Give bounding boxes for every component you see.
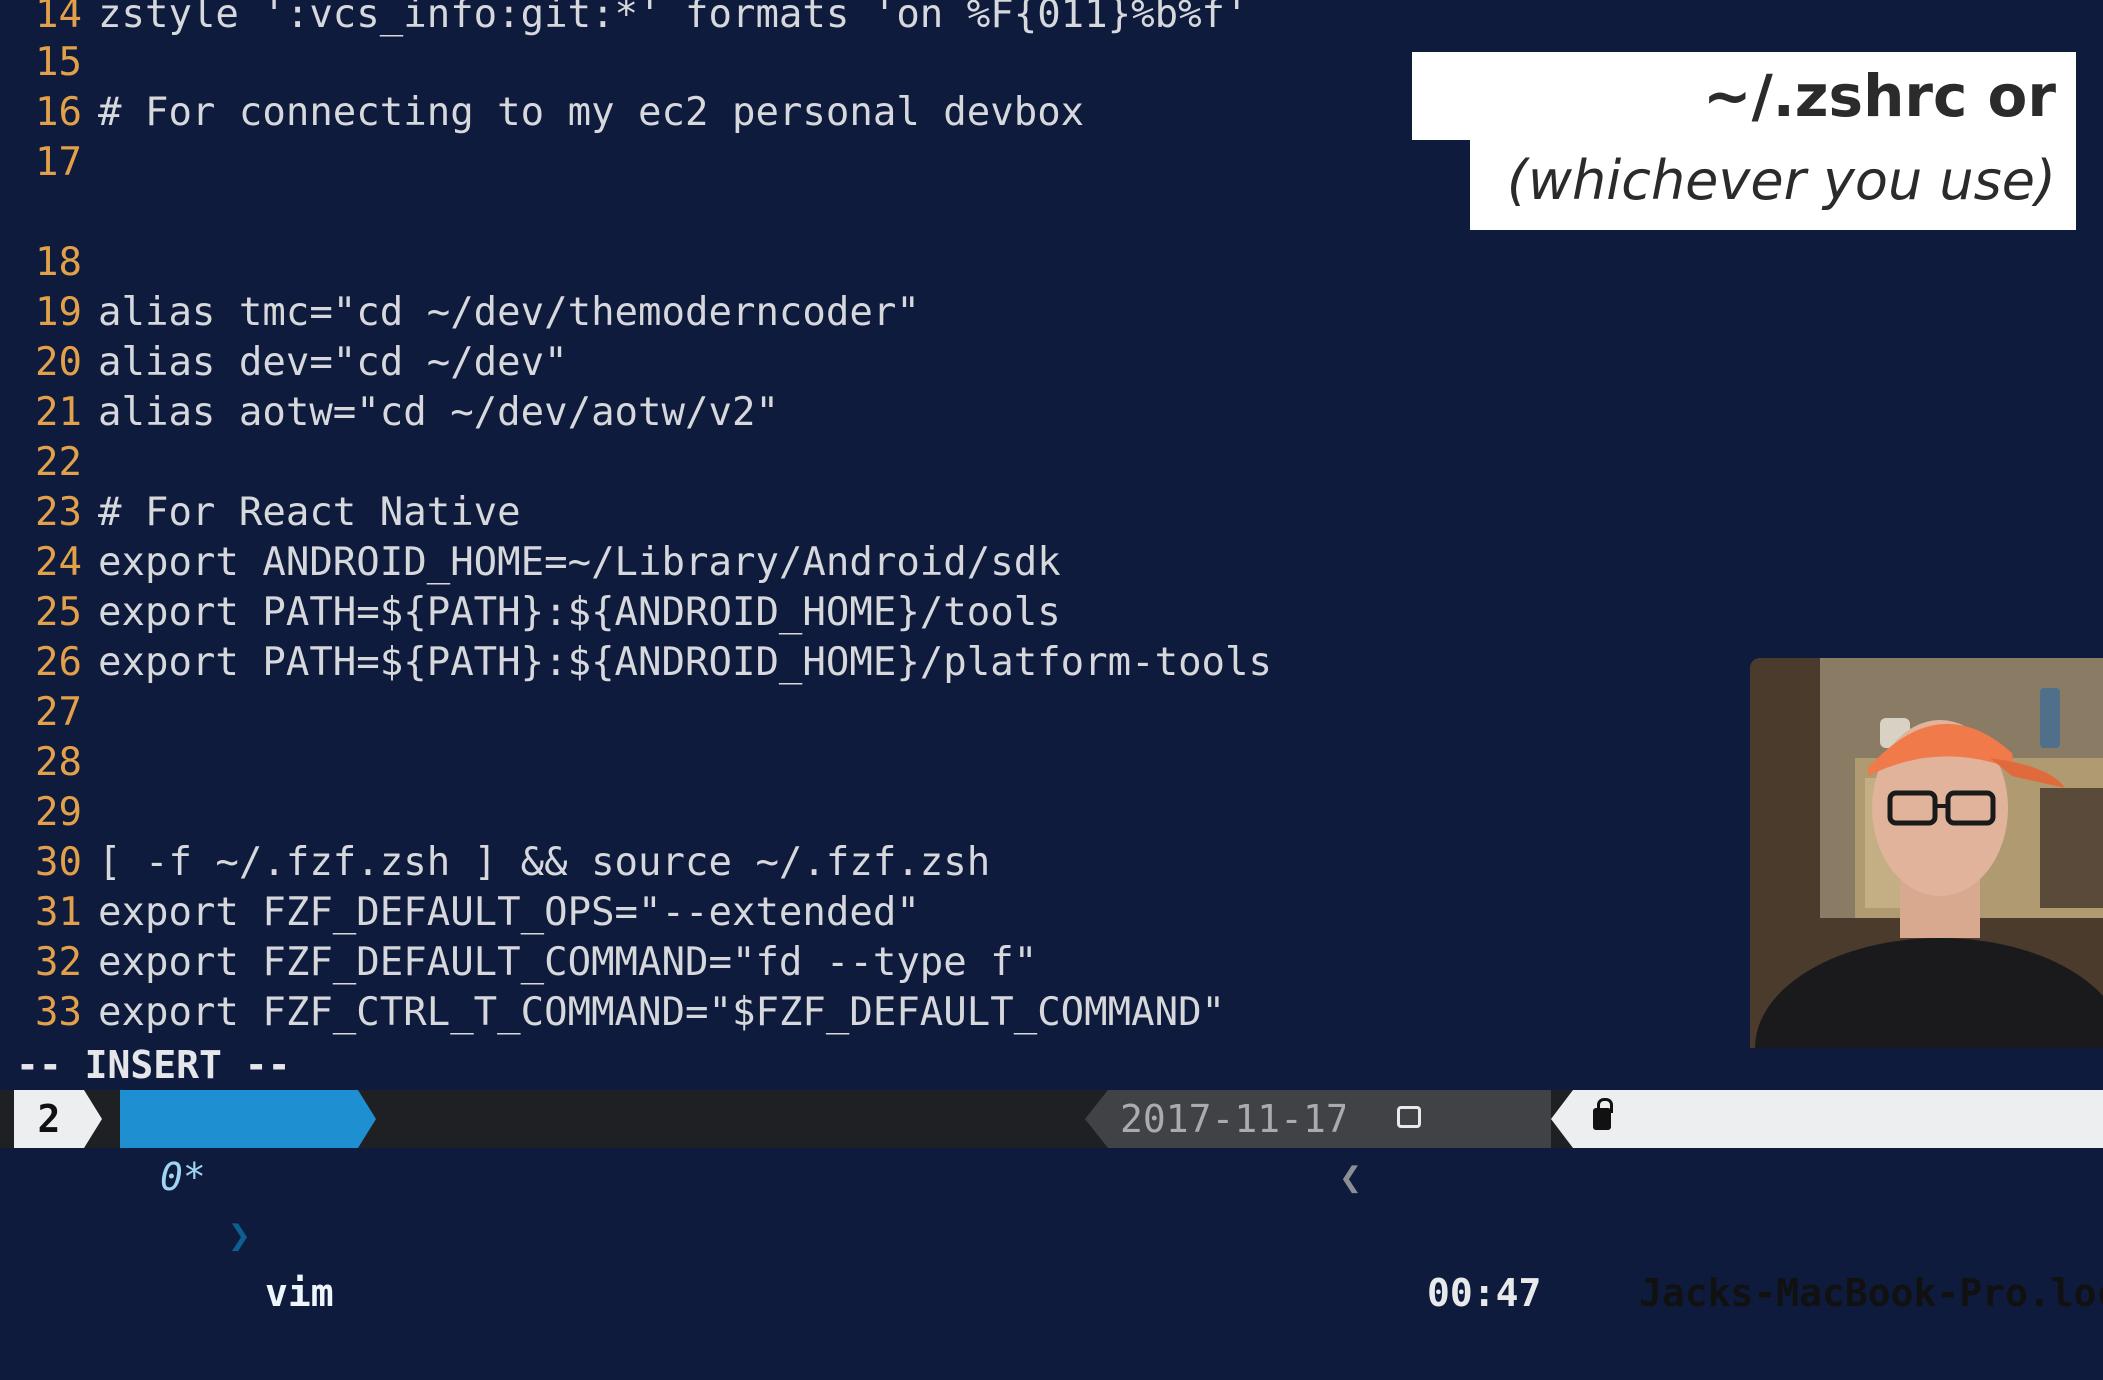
code-line[interactable]: 26 export PATH=${PATH}:${ANDROID_HOME}/pl… [0,638,1272,688]
line-text: alias dev="cd ~/dev" [98,340,568,385]
line-number: 16 [35,90,82,135]
clock-icon [1397,1106,1421,1128]
line-number: 28 [35,740,82,785]
line-text: export PATH=${PATH}:${ANDROID_HOME}/tool… [98,590,1061,635]
line-number: 27 [35,690,82,735]
code-line[interactable]: 24 export ANDROID_HOME=~/Library/Android/… [0,538,1061,588]
status-hostname: Jacks-MacBook-Pro.local [1573,1090,2103,1315]
tab-name: vim [265,1271,334,1315]
hostname-text: Jacks-MacBook-Pro.local [1639,1271,2103,1315]
separator-arrow [358,1090,376,1148]
code-line[interactable]: 17 [0,138,98,188]
code-line[interactable]: 21 alias aotw="cd ~/dev/aotw/v2" [0,388,779,438]
status-date: 2017-11-17 [1108,1090,1349,1148]
line-number: 24 [35,540,82,585]
overlay-title: ~/.zshrc or ~/.bashrc [1412,52,2076,218]
line-number: 18 [35,240,82,285]
session-number[interactable]: 2 [14,1090,84,1148]
line-text: [ -f ~/.fzf.zsh ] && source ~/.fzf.zsh [98,840,991,885]
line-number: 20 [35,340,82,385]
code-line[interactable]: 31 export FZF_DEFAULT_OPS="--extended" [0,888,920,938]
line-number: 15 [35,40,82,85]
time-text: 00:47 [1427,1271,1542,1315]
separator-arrow [1551,1090,1573,1148]
code-line[interactable]: 22 [0,438,98,488]
line-number: 26 [35,640,82,685]
line-text: # For connecting to my ec2 personal devb… [98,90,1085,135]
line-text: export PATH=${PATH}:${ANDROID_HOME}/plat… [98,640,1272,685]
chevron-right-icon: ❯ [228,1213,251,1257]
code-line[interactable]: 28 [0,738,98,788]
line-number: 14 [35,0,82,37]
line-number: 25 [35,590,82,635]
presenter-image [1750,658,2103,1048]
chevron-left-icon: ❮ [1339,1155,1362,1199]
line-text: alias aotw="cd ~/dev/aotw/v2" [98,390,779,435]
code-line[interactable]: 15 [0,38,98,88]
overlay-subtitle: (whichever you use) [1470,140,2076,230]
code-line[interactable]: 19 alias tmc="cd ~/dev/themoderncoder" [0,288,920,338]
line-number: 32 [35,940,82,985]
line-text: export FZF_DEFAULT_OPS="--extended" [98,890,920,935]
line-number: 33 [35,990,82,1035]
line-number: 17 [35,140,82,185]
line-number: 31 [35,890,82,935]
code-line[interactable]: 16 # For connecting to my ec2 personal de… [0,88,1084,138]
webcam-video [1750,658,2103,1048]
tmux-window-tab-active[interactable]: 0* ❯ vim [120,1090,358,1315]
line-number: 29 [35,790,82,835]
code-line[interactable]: 23 # For React Native [0,488,521,538]
code-line[interactable]: 14 zstyle ':vcs_info:git:*' formats 'on %… [0,0,1249,40]
line-number: 22 [35,440,82,485]
line-number: 30 [35,840,82,885]
code-line[interactable]: 29 [0,788,98,838]
code-line[interactable]: 33 export FZF_CTRL_T_COMMAND="$FZF_DEFAUL… [0,988,1225,1038]
code-line[interactable]: 25 export PATH=${PATH}:${ANDROID_HOME}/to… [0,588,1061,638]
line-text: zstyle ':vcs_info:git:*' formats 'on %F{… [98,0,1249,37]
code-line[interactable]: 32 export FZF_DEFAULT_COMMAND="fd --type … [0,938,1037,988]
code-line[interactable]: 20 alias dev="cd ~/dev" [0,338,568,388]
status-time: ❮ 00:47 [1339,1090,1551,1315]
code-line[interactable]: 30 [ -f ~/.fzf.zsh ] && source ~/.fzf.zsh [0,838,990,888]
line-text: # For React Native [98,490,521,535]
line-text: export ANDROID_HOME=~/Library/Android/sd… [98,540,1061,585]
tmux-status-bar: 2 0* ❯ vim 2017-11-17 ❮ 00:47 Jacks-MacB… [0,1090,2103,1315]
code-line[interactable]: 27 [0,688,98,738]
code-line[interactable]: 18 [0,238,98,288]
line-text: alias tmc="cd ~/dev/themoderncoder" [98,290,920,335]
line-number: 21 [35,390,82,435]
line-number: 19 [35,290,82,335]
separator-arrow [84,1090,102,1148]
tab-index: 0* [160,1155,206,1199]
line-text: export FZF_DEFAULT_COMMAND="fd --type f" [98,940,1038,985]
vim-mode-indicator: -- INSERT -- [16,1043,291,1087]
separator-arrow [1085,1090,1108,1148]
line-number: 23 [35,490,82,535]
line-text: export FZF_CTRL_T_COMMAND="$FZF_DEFAULT_… [98,990,1226,1035]
lock-icon [1593,1108,1611,1130]
